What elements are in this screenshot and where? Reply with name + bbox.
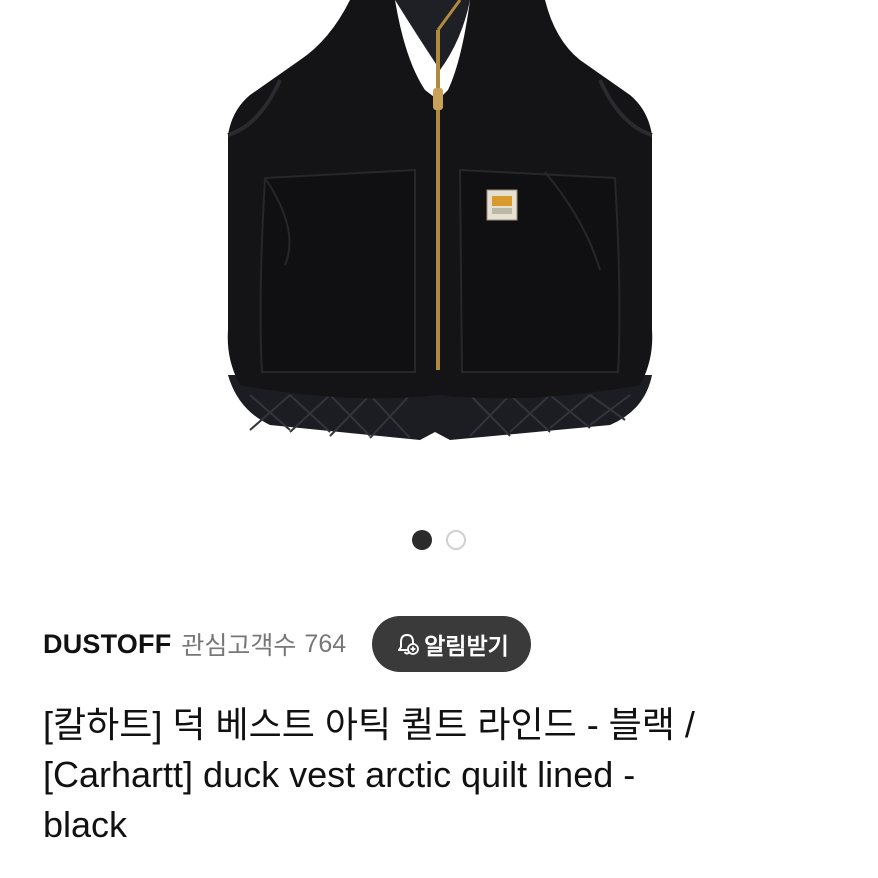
alert-button-label: 알림받기 — [424, 633, 509, 659]
carousel-dot-1[interactable] — [412, 530, 432, 550]
product-title-line-3: black — [43, 804, 128, 845]
carousel-dot-2[interactable] — [446, 530, 466, 550]
alert-subscribe-button[interactable]: 알림받기 — [372, 616, 531, 672]
product-image[interactable] — [0, 0, 878, 500]
seller-name[interactable]: DUSTOFF — [43, 629, 171, 660]
product-title: [칼하트] 덕 베스트 아틱 퀼트 라인드 - 블랙 / [Carhartt] … — [43, 700, 843, 850]
product-title-line-1: [칼하트] 덕 베스트 아틱 퀼트 라인드 - 블랙 / — [43, 704, 695, 745]
follower-count: 764 — [304, 629, 347, 658]
product-title-line-2: [Carhartt] duck vest arctic quilt lined … — [43, 754, 636, 795]
follower-label: 관심고객수 — [181, 632, 297, 660]
bell-plus-icon — [394, 631, 420, 657]
seller-row: DUSTOFF 관심고객수 764 알림받기 — [43, 616, 843, 672]
vest-illustration — [227, 0, 653, 440]
carousel-indicator — [0, 528, 878, 552]
